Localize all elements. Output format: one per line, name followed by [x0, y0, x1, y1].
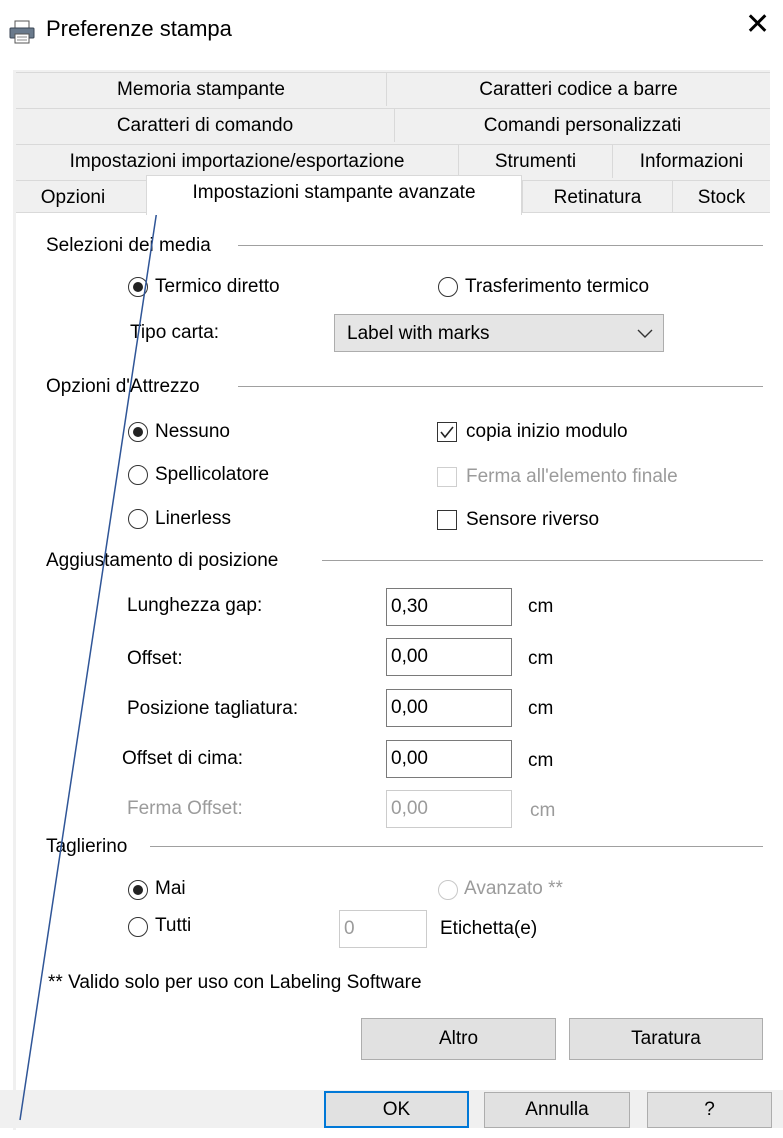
tool-linerless-label: Linerless — [155, 508, 232, 529]
cutter-labels-unit: Etichetta(e) — [440, 918, 538, 939]
thermal-transfer-label: Trasferimento termico — [465, 276, 650, 297]
tool-peeler-label: Spellicolatore — [155, 464, 270, 485]
cutter-group-label: Taglierino — [46, 836, 128, 857]
reverse-sensor-label: Sensore riverso — [466, 509, 600, 530]
cut-position-unit: cm — [528, 698, 554, 719]
more-button[interactable]: Altro — [361, 1018, 556, 1060]
direct-thermal-radio[interactable] — [128, 277, 148, 297]
help-button[interactable]: ? — [647, 1092, 772, 1128]
checkmark-icon — [440, 426, 454, 439]
position-group-rule — [322, 560, 763, 561]
reverse-sensor-checkbox[interactable] — [437, 510, 457, 530]
printer-icon — [9, 20, 35, 44]
tooling-group-rule — [238, 386, 763, 387]
tab-printer-memory[interactable]: Memoria stampante — [16, 73, 386, 106]
ok-button[interactable]: OK — [324, 1091, 469, 1128]
stop-offset-input[interactable]: 0,00 — [386, 790, 512, 828]
gap-length-input[interactable]: 0,30 — [386, 588, 512, 626]
stop-offset-unit: cm — [530, 800, 556, 821]
paper-type-select[interactable]: Label with marks — [334, 314, 664, 352]
media-group-label: Selezioni dei media — [46, 235, 211, 256]
tab-information[interactable]: Informazioni — [612, 145, 770, 178]
tab-import-export[interactable]: Impostazioni importazione/esportazione — [16, 145, 458, 178]
tab-options[interactable]: Opzioni — [16, 181, 130, 214]
copy-start-checkbox[interactable] — [437, 422, 457, 442]
top-offset-input[interactable]: 0,00 — [386, 740, 512, 778]
close-icon[interactable]: ✕ — [745, 10, 770, 40]
offset-unit: cm — [528, 648, 554, 669]
gap-length-unit: cm — [528, 596, 554, 617]
cutter-advanced-radio[interactable] — [438, 880, 458, 900]
paper-type-value: Label with marks — [347, 323, 490, 344]
tab-advanced-printer-settings[interactable]: Impostazioni stampante avanzate — [146, 175, 522, 215]
tab-row-4: Opzioni Impostazioni stampante avanzate … — [16, 175, 770, 215]
cutter-never-radio[interactable] — [128, 880, 148, 900]
tab-row-1: Memoria stampante Caratteri codice a bar… — [16, 72, 770, 107]
stop-last-checkbox[interactable] — [437, 467, 457, 487]
tool-none-label: Nessuno — [155, 421, 230, 442]
stop-last-label: Ferma all'elemento finale — [466, 466, 678, 487]
media-group-rule — [238, 245, 763, 246]
cutter-never-label: Mai — [155, 878, 186, 899]
offset-label: Offset: — [127, 648, 183, 669]
top-offset-unit: cm — [528, 750, 554, 771]
chevron-down-icon — [637, 329, 653, 338]
window-title: Preferenze stampa — [46, 16, 232, 41]
calibrate-button[interactable]: Taratura — [569, 1018, 763, 1060]
position-group-label: Aggiustamento di posizione — [46, 550, 279, 571]
tool-peeler-radio[interactable] — [128, 465, 148, 485]
tab-barcode-fonts[interactable]: Caratteri codice a barre — [386, 73, 770, 106]
copy-start-label: copia inizio modulo — [466, 421, 628, 442]
tab-row-2: Caratteri di comando Comandi personalizz… — [16, 108, 770, 143]
tool-none-radio[interactable] — [128, 422, 148, 442]
direct-thermal-label: Termico diretto — [155, 276, 280, 297]
tab-row-3: Impostazioni importazione/esportazione S… — [16, 144, 770, 179]
cutter-all-radio[interactable] — [128, 917, 148, 937]
tab-custom-commands[interactable]: Comandi personalizzati — [394, 109, 770, 142]
tab-dithering[interactable]: Retinatura — [522, 181, 672, 214]
paper-type-label: Tipo carta: — [130, 322, 220, 343]
tooling-group-label: Opzioni d'Attrezzo — [46, 376, 200, 397]
tab-tools[interactable]: Strumenti — [458, 145, 612, 178]
cut-position-input[interactable]: 0,00 — [386, 689, 512, 727]
cutter-advanced-label: Avanzato ** — [464, 878, 563, 899]
offset-input[interactable]: 0,00 — [386, 638, 512, 676]
cancel-button[interactable]: Annulla — [484, 1092, 630, 1128]
cut-position-label: Posizione tagliatura: — [127, 698, 299, 719]
stop-offset-label: Ferma Offset: — [127, 798, 243, 819]
labeling-software-note: ** Valido solo per uso con Labeling Soft… — [48, 972, 422, 993]
cutter-count-input[interactable]: 0 — [339, 910, 427, 948]
top-offset-label: Offset di cima: — [122, 748, 244, 769]
cutter-group-rule — [150, 846, 763, 847]
tool-linerless-radio[interactable] — [128, 509, 148, 529]
gap-length-label: Lunghezza gap: — [127, 595, 263, 616]
cutter-all-label: Tutti — [155, 915, 192, 936]
tab-stock[interactable]: Stock — [672, 181, 770, 214]
thermal-transfer-radio[interactable] — [438, 277, 458, 297]
tab-command-fonts[interactable]: Caratteri di comando — [16, 109, 394, 142]
